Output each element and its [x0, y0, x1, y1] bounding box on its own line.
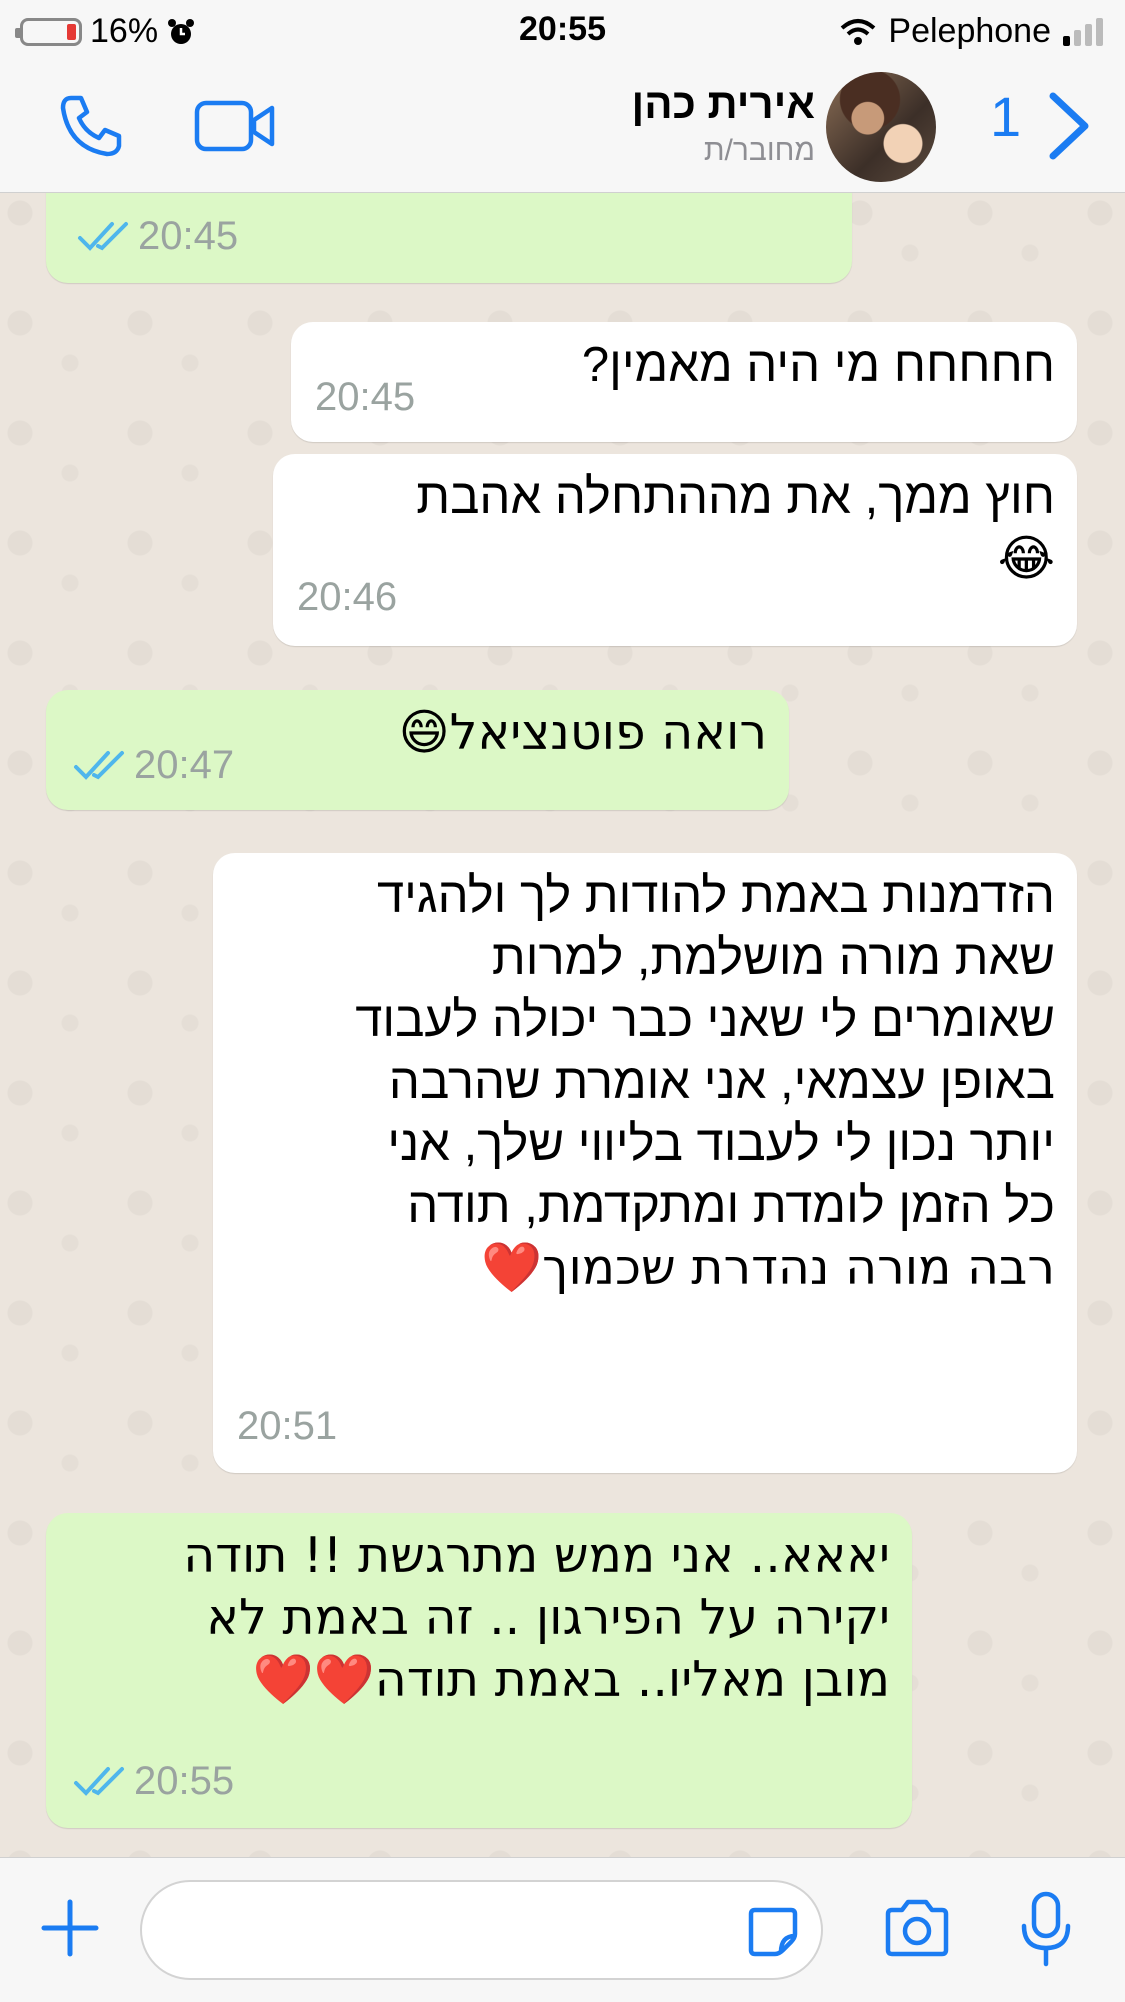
sticker-icon[interactable]	[745, 1904, 801, 1960]
read-ticks-icon	[74, 751, 124, 780]
phone-icon[interactable]	[55, 90, 127, 162]
message-bubble-incoming[interactable]: הזדמנות באמת להודות לך ולהגיד שאת מורה מ…	[213, 853, 1077, 1473]
camera-icon[interactable]	[882, 1898, 952, 1958]
message-line: יותר נכון לי לעבוד בליווי שלך, אני	[387, 1117, 1055, 1171]
message-text: חחחחח מי היה מאמין?	[581, 338, 1055, 392]
message-input[interactable]	[140, 1880, 823, 1980]
message-bubble-incoming[interactable]: חחחחח מי היה מאמין? 20:45	[291, 322, 1077, 442]
plus-icon[interactable]	[38, 1896, 102, 1960]
message-text: רואה פוטנציאל😄	[398, 704, 767, 761]
message-line: שאת מורה מושלמת, למרות	[491, 931, 1055, 985]
chevron-right-icon[interactable]	[1045, 90, 1093, 162]
contact-status: מחובר/ת	[703, 134, 815, 167]
contact-name: אירית כהן	[631, 80, 815, 127]
composer-bar	[0, 1857, 1125, 2002]
message-bubble-outgoing[interactable]: רואה פוטנציאל😄 20:47	[46, 690, 789, 810]
carrier-name: Pelephone	[888, 12, 1051, 50]
status-right: Pelephone	[840, 12, 1103, 51]
message-line: שאומרים לי שאני כבר יכולה לעבוד	[355, 993, 1055, 1047]
message-text: חוץ ממך, את מההתחלה אהבת 😂	[416, 466, 1055, 590]
message-meta: 20:47	[72, 734, 234, 796]
message-bubble-outgoing[interactable]: יאאא.. אני ממש מתרגשת !! תודה יקירה על ה…	[46, 1513, 912, 1828]
microphone-icon[interactable]	[1018, 1890, 1074, 1970]
read-ticks-icon	[74, 1767, 124, 1796]
message-text: יאאא.. אני ממש מתרגשת !! תודה יקירה על ה…	[183, 1525, 890, 1711]
message-bubble-incoming[interactable]: חוץ ממך, את מההתחלה אהבת 😂 20:46	[273, 454, 1077, 646]
message-time: 20:45	[315, 375, 416, 419]
avatar[interactable]	[826, 72, 936, 182]
message-line: מובן מאליו.. באמת תודה❤️❤️	[252, 1651, 890, 1708]
message-line: באופן עצמאי, אני אומרת שהרבה	[388, 1055, 1055, 1109]
message-meta: 20:45	[76, 205, 238, 267]
contact-info[interactable]: אירית כהן מחובר/ת	[632, 80, 815, 168]
message-meta: 20:55	[72, 1750, 234, 1812]
message-line: יאאא.. אני ממש מתרגשת !! תודה	[183, 1527, 890, 1584]
message-line: הזדמנות באמת להודות לך ולהגיד	[377, 869, 1055, 923]
message-time: 20:45	[138, 214, 239, 258]
read-ticks-icon	[78, 222, 128, 251]
message-line: כל הזמן לומדת ומתקדמת, תודה	[407, 1179, 1055, 1233]
chat-header: אירית כהן מחובר/ת 1	[0, 62, 1125, 193]
wifi-icon	[841, 18, 876, 45]
message-line: רבה מורה נהדרת שכמוך❤️	[481, 1239, 1055, 1296]
message-time: 20:46	[297, 575, 398, 619]
message-time: 20:47	[134, 743, 235, 787]
message-line: יקירה על הפירגון .. זה באמת לא	[206, 1589, 890, 1646]
message-line: חוץ ממך, את מההתחלה אהבת	[416, 470, 1055, 524]
status-bar: 16% 20:55 Pelephone	[0, 0, 1125, 62]
unread-count[interactable]: 1	[990, 84, 1021, 149]
video-call-icon[interactable]	[194, 98, 276, 154]
laughing-emoji-icon: 😂	[997, 530, 1055, 587]
message-time: 20:51	[237, 1404, 338, 1448]
message-text: הזדמנות באמת להודות לך ולהגיד שאת מורה מ…	[355, 865, 1055, 1299]
message-time: 20:55	[134, 1759, 235, 1803]
signal-icon	[1063, 17, 1103, 46]
message-list[interactable]: 20:45 חחחחח מי היה מאמין? 20:45 חוץ ממך,…	[0, 193, 1125, 1857]
message-bubble-outgoing[interactable]: 20:45	[46, 193, 852, 283]
